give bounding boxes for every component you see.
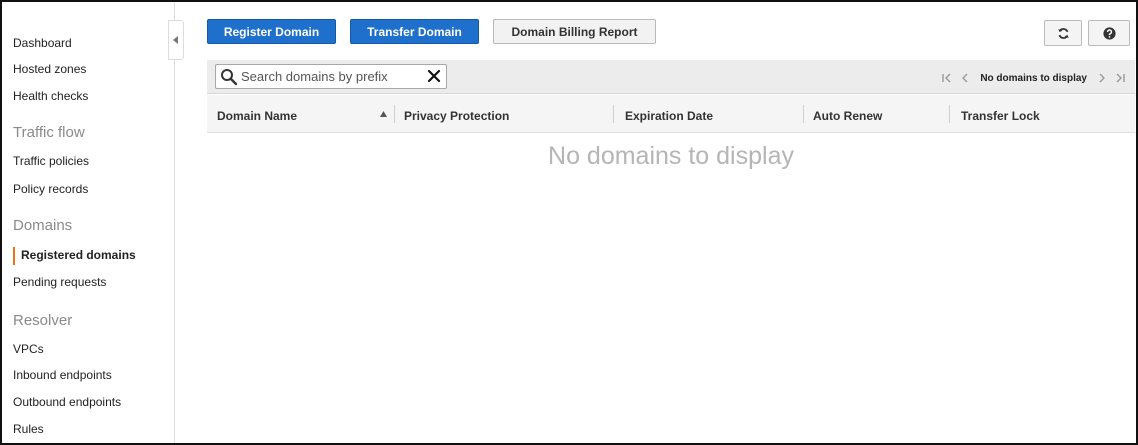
table-header: Domain Name Privacy Protection Expiratio… bbox=[207, 95, 1135, 133]
sidebar-section-traffic-flow: Traffic flow bbox=[13, 124, 85, 141]
last-page-button[interactable] bbox=[1111, 70, 1129, 86]
sidebar-item-pending-requests[interactable]: Pending requests bbox=[13, 275, 106, 289]
help-button[interactable] bbox=[1088, 20, 1130, 46]
sidebar-item-inbound-endpoints[interactable]: Inbound endpoints bbox=[13, 368, 112, 382]
register-domain-button[interactable]: Register Domain bbox=[207, 19, 336, 44]
search-field[interactable] bbox=[215, 64, 447, 89]
column-header-domain-name[interactable]: Domain Name bbox=[217, 109, 297, 123]
column-header-transfer-lock[interactable]: Transfer Lock bbox=[961, 109, 1040, 123]
transfer-domain-button[interactable]: Transfer Domain bbox=[350, 19, 479, 44]
first-page-icon bbox=[942, 73, 951, 83]
filter-bar: No domains to display bbox=[207, 60, 1135, 94]
sort-ascending-icon bbox=[380, 111, 387, 117]
sidebar-item-dashboard[interactable]: Dashboard bbox=[13, 36, 72, 50]
column-divider bbox=[949, 105, 950, 123]
last-page-icon bbox=[1116, 73, 1125, 83]
sidebar-item-hosted-zones[interactable]: Hosted zones bbox=[13, 62, 86, 76]
column-header-auto-renew[interactable]: Auto Renew bbox=[813, 109, 882, 123]
next-page-icon bbox=[1099, 73, 1105, 83]
previous-page-button[interactable] bbox=[956, 70, 974, 86]
empty-state-message: No domains to display bbox=[548, 142, 794, 170]
search-icon bbox=[221, 68, 238, 85]
sidebar-collapse-button[interactable] bbox=[168, 20, 184, 60]
sidebar-item-traffic-policies[interactable]: Traffic policies bbox=[13, 154, 89, 168]
column-divider bbox=[394, 105, 395, 123]
sidebar-section-resolver: Resolver bbox=[13, 312, 73, 329]
next-page-button[interactable] bbox=[1093, 70, 1111, 86]
sidebar-section-domains: Domains bbox=[13, 217, 73, 234]
caret-left-icon bbox=[173, 36, 178, 44]
refresh-button[interactable] bbox=[1044, 20, 1082, 46]
column-header-expiration-date[interactable]: Expiration Date bbox=[625, 109, 713, 123]
pagination: No domains to display bbox=[938, 69, 1129, 87]
sidebar-item-registered-domains[interactable]: Registered domains bbox=[21, 248, 136, 262]
sidebar-item-outbound-endpoints[interactable]: Outbound endpoints bbox=[13, 395, 121, 409]
app-frame: Dashboard Hosted zones Health checks Tra… bbox=[0, 0, 1138, 445]
sidebar-item-health-checks[interactable]: Health checks bbox=[13, 89, 88, 103]
search-input[interactable] bbox=[241, 65, 411, 88]
column-divider bbox=[613, 105, 614, 123]
help-icon bbox=[1102, 26, 1116, 40]
column-divider bbox=[803, 105, 804, 123]
column-header-privacy-protection[interactable]: Privacy Protection bbox=[404, 109, 509, 123]
domain-billing-report-button[interactable]: Domain Billing Report bbox=[493, 19, 656, 44]
sidebar-item-vpcs[interactable]: VPCs bbox=[13, 342, 44, 356]
active-indicator bbox=[13, 247, 15, 265]
first-page-button[interactable] bbox=[938, 70, 956, 86]
sidebar: Dashboard Hosted zones Health checks Tra… bbox=[2, 2, 175, 443]
refresh-icon bbox=[1057, 27, 1069, 39]
sidebar-item-rules[interactable]: Rules bbox=[13, 422, 44, 436]
sidebar-item-policy-records[interactable]: Policy records bbox=[13, 182, 88, 196]
pagination-status: No domains to display bbox=[980, 72, 1087, 84]
previous-page-icon bbox=[962, 73, 968, 83]
clear-search-icon[interactable] bbox=[427, 69, 441, 83]
